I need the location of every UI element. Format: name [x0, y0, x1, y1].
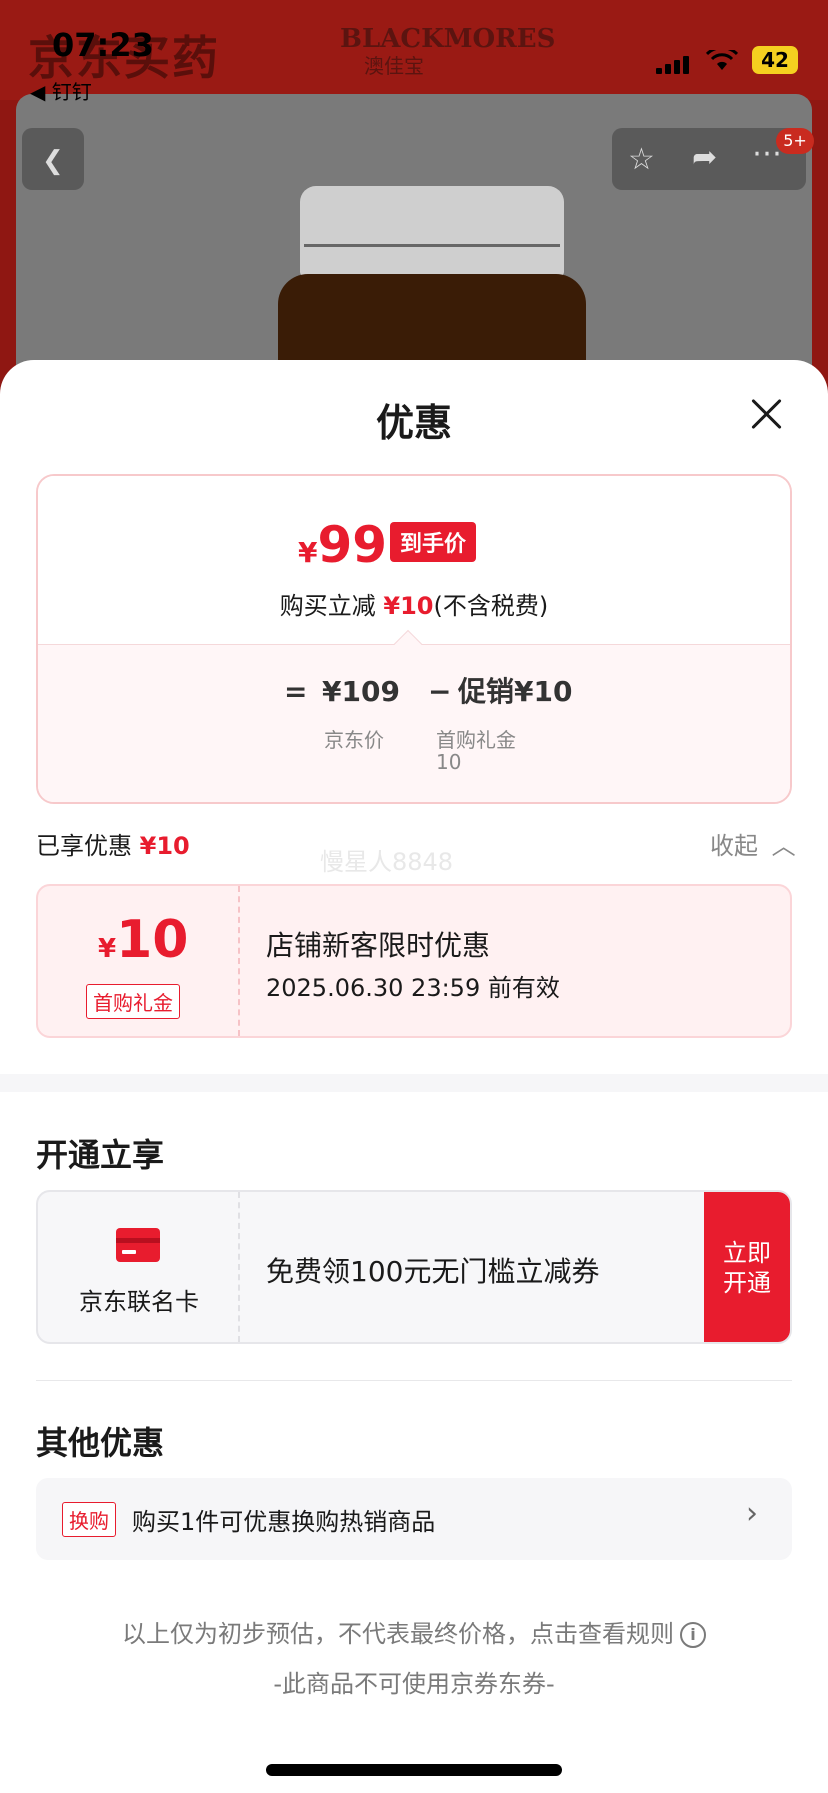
- coupon-value: ¥10 首购礼金: [38, 886, 240, 1036]
- coupon-amount-value: 10: [116, 910, 189, 970]
- discount-sheet: 优惠 ¥99 到手价 购买立减 ¥10(不含税费) = ¥109− 促销¥10 京东…: [0, 360, 828, 1793]
- exchange-tag: 换购: [62, 1502, 116, 1537]
- minus-sign: −: [428, 675, 452, 708]
- open-now-line1: 立即: [723, 1239, 771, 1267]
- reduce-suffix: (不含税费): [433, 592, 549, 620]
- close-icon[interactable]: [748, 396, 784, 432]
- share-icon[interactable]: ➦: [692, 140, 717, 175]
- reduce-amount: ¥10: [383, 592, 434, 620]
- blackmores-sub-logo: 澳佳宝: [364, 54, 424, 78]
- coupon-title: 店铺新客限时优惠: [266, 929, 491, 962]
- reduce-line: 购买立减 ¥10(不含税费): [38, 586, 790, 621]
- open-section-title: 开通立享: [36, 1136, 165, 1174]
- back-button[interactable]: ❮: [22, 128, 84, 190]
- status-time: 07:23: [52, 26, 154, 64]
- info-icon[interactable]: i: [680, 1622, 706, 1648]
- section-divider: [0, 1074, 828, 1092]
- promo-label-value: 10: [436, 750, 462, 774]
- enjoyed-label: 已享优惠: [36, 832, 140, 860]
- coupon-amount: ¥10: [98, 910, 188, 970]
- coupon-expiry: 2025.06.30 23:59 前有效: [266, 974, 560, 1002]
- message-badge: 5+: [776, 128, 814, 154]
- final-price-amount: 99: [317, 516, 388, 574]
- card-icon: [116, 1228, 160, 1262]
- jd-price: ¥109: [322, 675, 400, 708]
- thin-divider: [36, 1380, 792, 1381]
- chevron-right-icon: ›: [746, 1496, 758, 1531]
- exchange-text: 购买1件可优惠换购热销商品: [132, 1508, 436, 1536]
- reduce-prefix: 购买立减: [279, 592, 384, 620]
- card-description: 免费领100元无门槛立减券: [266, 1255, 600, 1288]
- battery-icon: 42: [752, 46, 798, 74]
- collapse-button[interactable]: 收起 ︿: [710, 826, 796, 861]
- wifi-icon: [706, 50, 738, 70]
- bottle-cap: [300, 186, 564, 276]
- coupon-tag: 首购礼金: [86, 984, 180, 1019]
- enjoyed-discount: 已享优惠 ¥10: [36, 826, 190, 861]
- card-name: 京东联名卡: [79, 1288, 199, 1316]
- exchange-offer-row[interactable]: 换购 购买1件可优惠换购热销商品 ›: [36, 1478, 792, 1560]
- signal-icon: [656, 56, 692, 74]
- coupon-currency: ¥: [98, 934, 117, 964]
- cobrand-card-offer[interactable]: 京东联名卡 免费领100元无门槛立减券 立即 开通: [36, 1190, 792, 1344]
- final-price-currency: ¥: [298, 536, 318, 569]
- promo-label: 首购礼金: [436, 728, 516, 752]
- equals-sign: =: [284, 675, 308, 708]
- promo-amount: 促销¥10: [458, 675, 573, 708]
- chevron-up-icon: ︿: [771, 832, 796, 860]
- coupon-card[interactable]: ¥10 首购礼金 店铺新客限时优惠 2025.06.30 23:59 前有效: [36, 884, 792, 1038]
- coupon-restriction-note: -此商品不可使用京券东券-: [273, 1670, 555, 1698]
- back-to-app[interactable]: ◀ 钉钉: [30, 76, 92, 105]
- open-now-button[interactable]: 立即 开通: [704, 1192, 790, 1342]
- watermark: 慢星人8848: [320, 848, 454, 876]
- open-now-line2: 开通: [723, 1269, 771, 1297]
- final-price: ¥99: [298, 516, 387, 574]
- collapse-label: 收起: [710, 832, 758, 860]
- price-summary-top: ¥99 到手价 购买立减 ¥10(不含税费): [38, 476, 790, 644]
- enjoyed-amount: ¥10: [139, 832, 190, 860]
- jd-price-label: 京东价: [324, 728, 384, 752]
- home-indicator: [266, 1764, 562, 1776]
- sheet-title: 优惠: [375, 401, 452, 445]
- other-section-title: 其他优惠: [36, 1424, 165, 1462]
- bottle-cap-line: [304, 244, 560, 247]
- price-breakdown: [38, 644, 790, 802]
- rules-footnote[interactable]: 以上仅为初步预估，不代表最终价格，点击查看规则 i: [0, 1614, 828, 1649]
- card-info: 京东联名卡: [38, 1192, 240, 1342]
- price-equation: = ¥109− 促销¥10: [284, 670, 572, 710]
- price-summary: ¥99 到手价 购买立减 ¥10(不含税费) = ¥109− 促销¥10 京东价 首…: [36, 474, 792, 804]
- final-price-tag: 到手价: [390, 522, 477, 562]
- star-icon[interactable]: ☆: [628, 142, 655, 177]
- footnote-text: 以上仅为初步预估，不代表最终价格，点击查看规则: [122, 1620, 674, 1648]
- back-icon: ❮: [42, 146, 64, 176]
